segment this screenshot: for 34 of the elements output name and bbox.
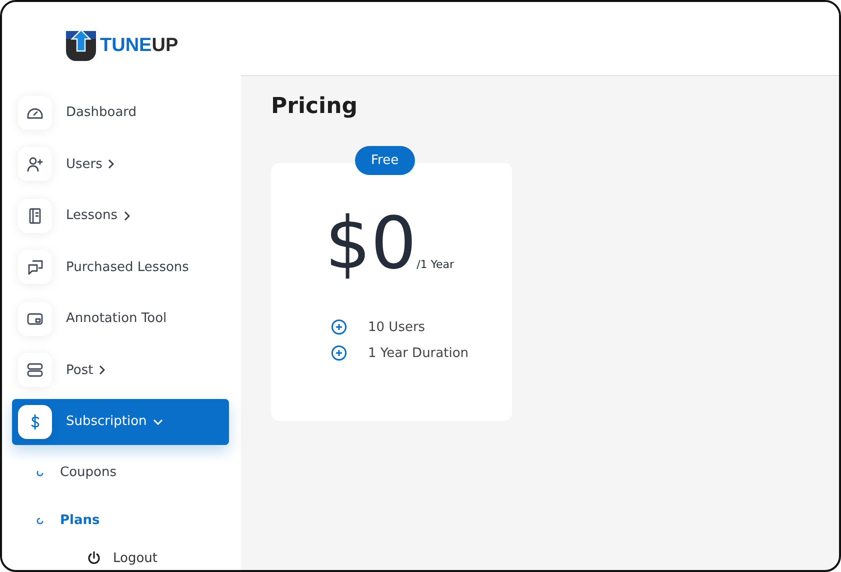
nav-icon bbox=[26, 361, 44, 380]
nav-label: Purchased Lessons bbox=[66, 260, 189, 275]
nav-item[interactable]: Dashboard bbox=[12, 90, 229, 136]
price-period: /1 Year bbox=[416, 258, 454, 271]
plus-circle-icon bbox=[331, 319, 347, 335]
nav-item[interactable]: Users bbox=[12, 142, 229, 187]
feature-text: 1 Year Duration bbox=[368, 346, 469, 360]
logout-button[interactable]: Logout bbox=[2, 550, 241, 566]
price: $0 bbox=[324, 203, 417, 283]
nav-item[interactable]: Subscription bbox=[12, 399, 229, 444]
power-icon bbox=[87, 551, 101, 565]
page-title: Pricing bbox=[271, 94, 359, 119]
circle-icon bbox=[36, 516, 44, 524]
nav-icon bbox=[26, 258, 44, 276]
nav-label: Subscription bbox=[66, 414, 147, 430]
nav-item[interactable]: Purchased Lessons bbox=[12, 244, 229, 290]
logo-icon bbox=[64, 29, 98, 63]
nav-label: Post bbox=[66, 362, 94, 378]
circle-icon bbox=[36, 468, 44, 476]
nav-item[interactable]: Post bbox=[12, 348, 229, 393]
logo-text: TUNE bbox=[100, 35, 152, 57]
plus-circle-icon bbox=[331, 345, 347, 361]
nav-label: Lessons bbox=[66, 208, 118, 224]
submenu-item[interactable]: Coupons bbox=[12, 452, 229, 492]
nav-label: Annotation Tool bbox=[66, 311, 167, 326]
nav-item[interactable]: Annotation Tool bbox=[12, 296, 229, 342]
nav-icon bbox=[26, 155, 44, 174]
plan-badge: Free bbox=[355, 146, 415, 175]
nav-label: Users bbox=[66, 156, 102, 172]
submenu-item[interactable]: Plans bbox=[12, 500, 229, 540]
nav-label: Dashboard bbox=[66, 105, 137, 120]
logo-text: UP bbox=[152, 35, 178, 57]
feature-text: 10 Users bbox=[368, 320, 426, 334]
nav-item[interactable]: Lessons bbox=[12, 193, 229, 238]
